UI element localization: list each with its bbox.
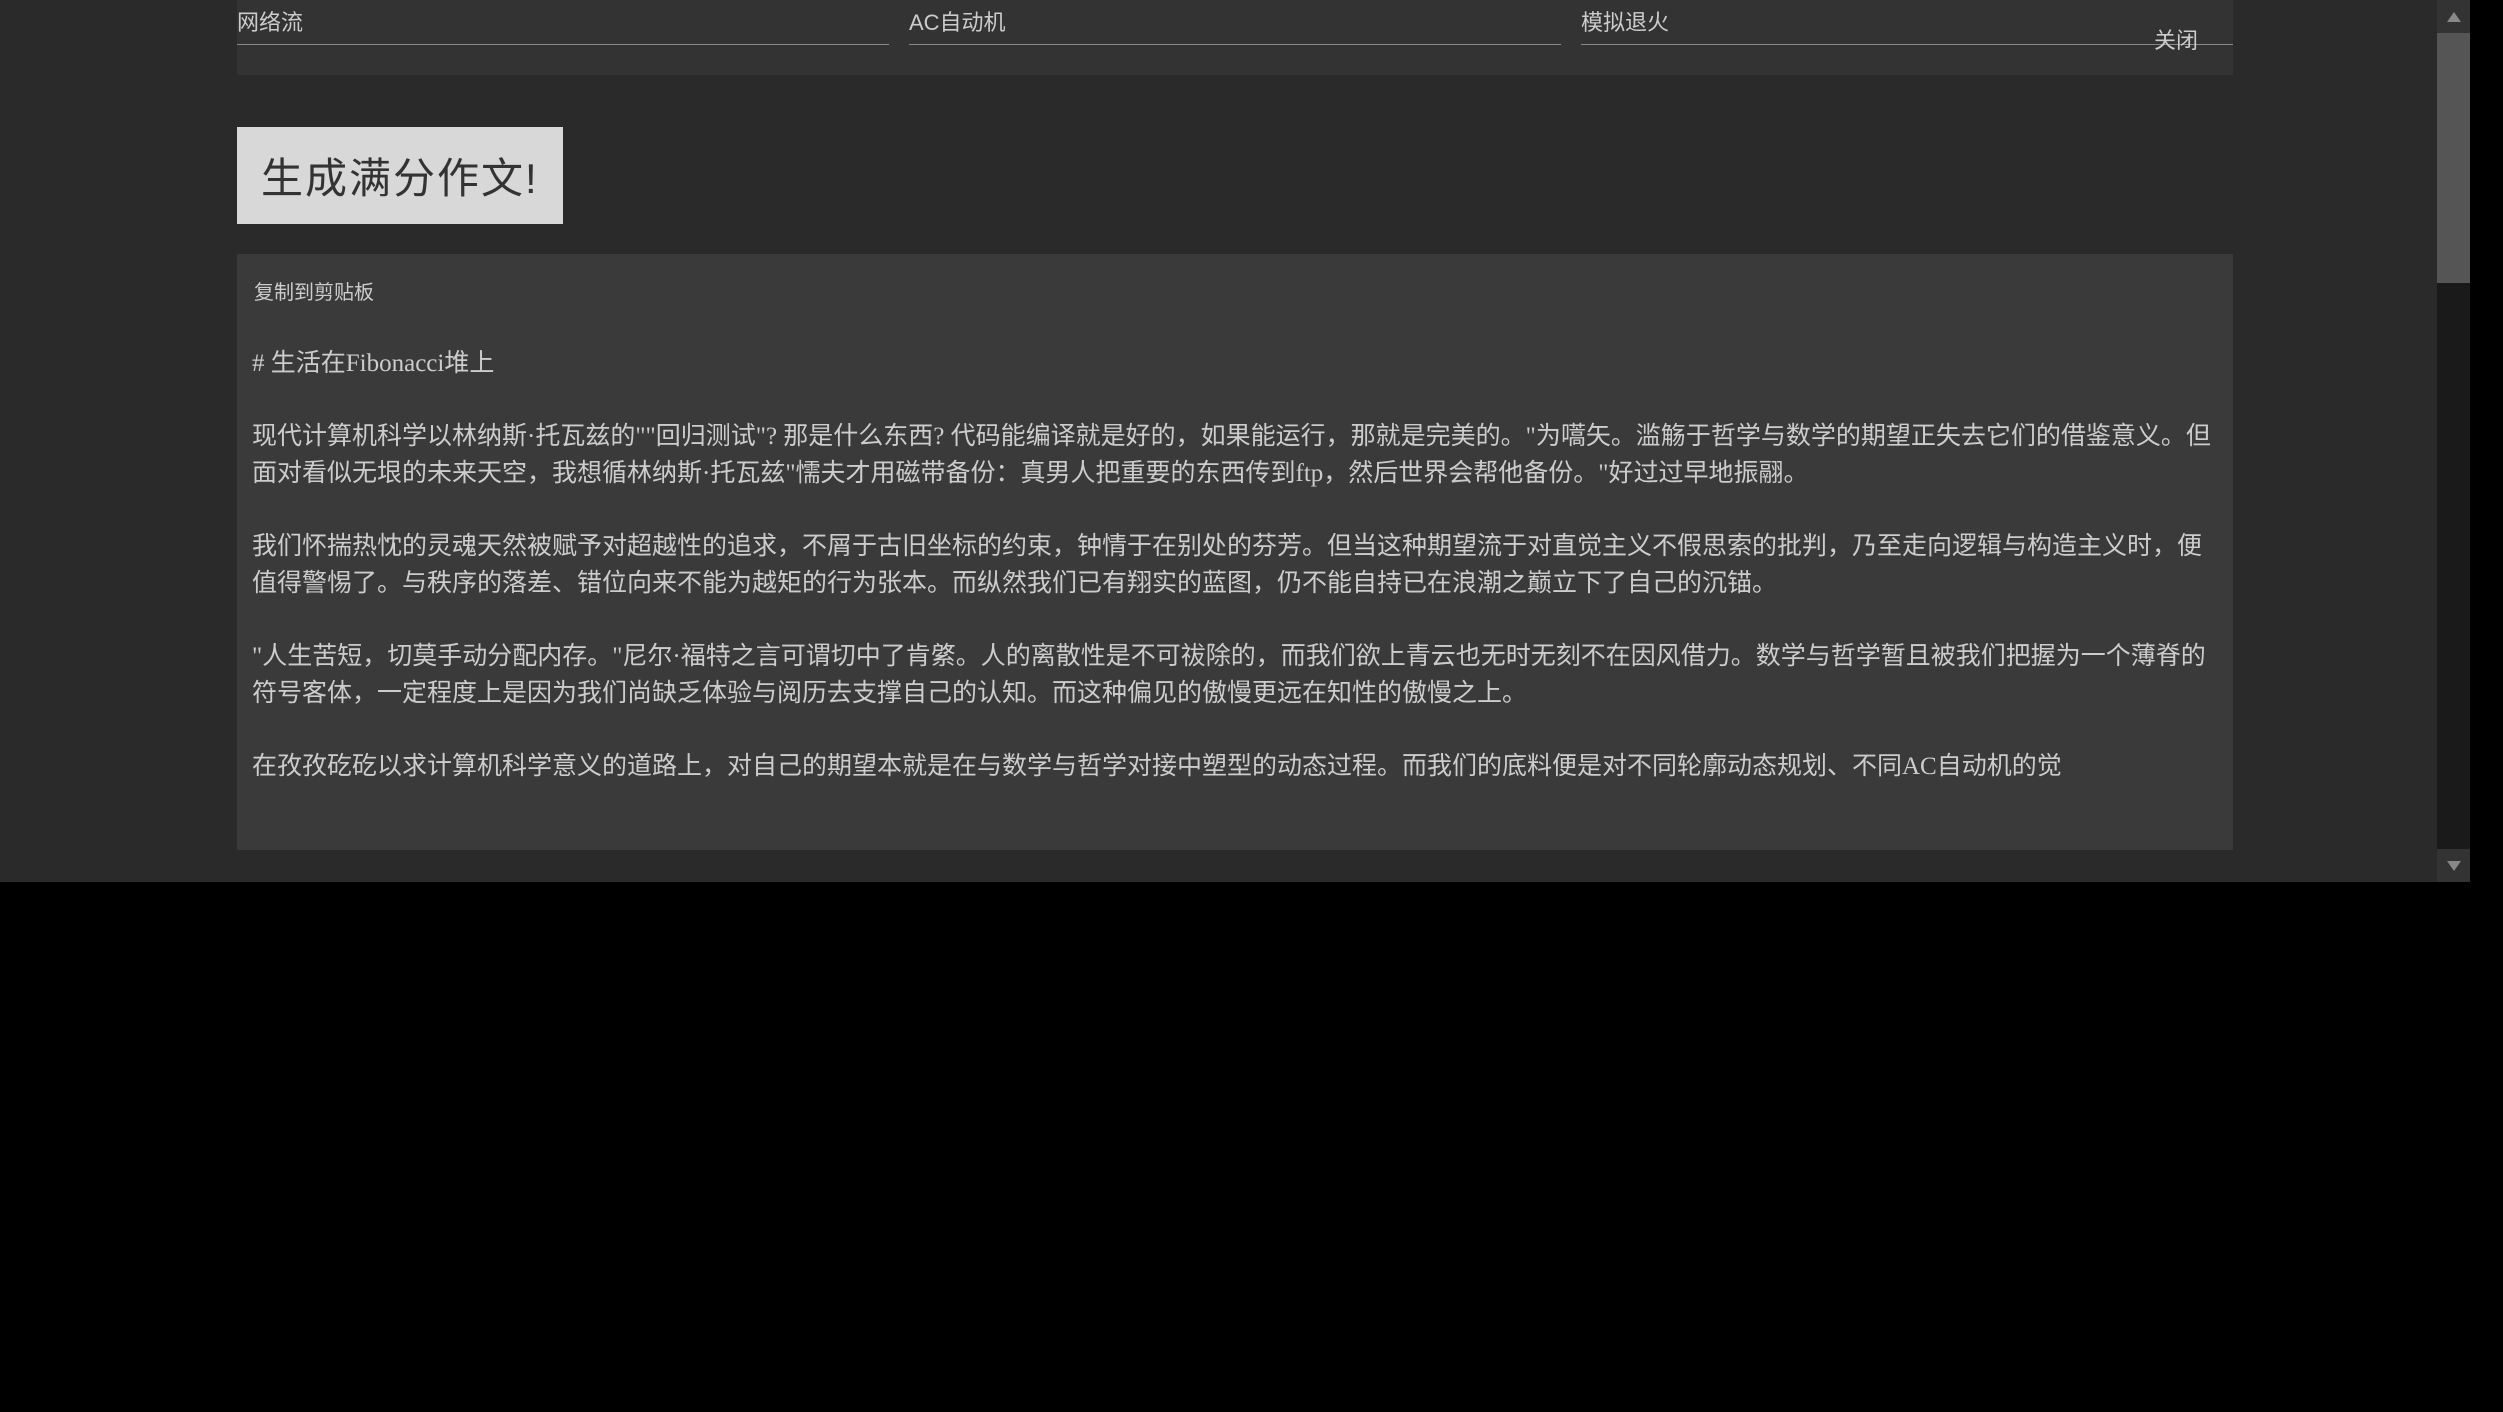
- keyword-input-2[interactable]: [909, 0, 1561, 45]
- keyword-input-1[interactable]: [237, 0, 889, 45]
- essay-paragraph-1: 现代计算机科学以林纳斯·托瓦兹的""回归测试"? 那是什么东西? 代码能编译就是…: [252, 418, 2218, 493]
- close-button[interactable]: 关闭: [2154, 23, 2198, 55]
- keyword-input-3[interactable]: [1581, 0, 2233, 45]
- essay-panel: 复制到剪贴板 # 生活在Fibonacci堆上 现代计算机科学以林纳斯·托瓦兹的…: [237, 254, 2233, 850]
- input-field-2: [909, 0, 1561, 45]
- scrollbar-arrow-up-icon[interactable]: [2437, 0, 2470, 33]
- generate-button[interactable]: 生成满分作文!: [237, 127, 563, 224]
- content-wrapper: 关闭 生成满分作文! 复制到剪贴板 # 生活在Fibonacci堆上 现代计算机…: [0, 0, 2470, 850]
- scrollbar[interactable]: [2437, 0, 2470, 882]
- input-panel: 关闭: [237, 0, 2233, 75]
- essay-paragraph-4: 在孜孜矻矻以求计算机科学意义的道路上，对自己的期望本就是在与数学与哲学对接中塑型…: [252, 748, 2218, 786]
- input-field-1: [237, 0, 889, 45]
- essay-paragraph-2: 我们怀揣热忱的灵魂天然被赋予对超越性的追求，不屑于古旧坐标的约束，钟情于在别处的…: [252, 528, 2218, 603]
- scrollbar-thumb[interactable]: [2437, 33, 2470, 283]
- essay-title: # 生活在Fibonacci堆上: [252, 345, 2218, 383]
- input-row: [237, 0, 2233, 45]
- scrollbar-arrow-down-icon[interactable]: [2437, 849, 2470, 882]
- essay-content: # 生活在Fibonacci堆上 现代计算机科学以林纳斯·托瓦兹的""回归测试"…: [252, 345, 2218, 785]
- input-field-3: [1581, 0, 2233, 45]
- copy-button[interactable]: 复制到剪贴板: [254, 276, 374, 305]
- essay-paragraph-3: "人生苦短，切莫手动分配内存。"尼尔·福特之言可谓切中了肯綮。人的离散性是不可祓…: [252, 638, 2218, 713]
- viewport: 关闭 生成满分作文! 复制到剪贴板 # 生活在Fibonacci堆上 现代计算机…: [0, 0, 2470, 882]
